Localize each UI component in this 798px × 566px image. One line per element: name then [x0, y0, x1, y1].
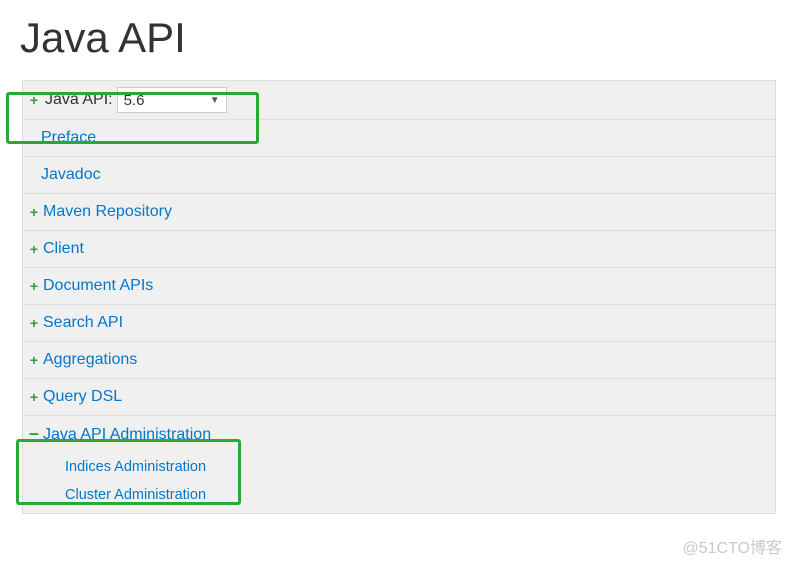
maven-link[interactable]: Maven Repository	[43, 195, 172, 229]
nav-subitem-cluster-admin[interactable]: Cluster Administration	[23, 481, 775, 513]
nav-tree: + Java API: 5.6 ▼ Preface Javadoc + Mave…	[22, 80, 776, 514]
chevron-down-icon: ▼	[210, 95, 220, 106]
admin-link[interactable]: Java API Administration	[43, 418, 211, 452]
document-apis-link[interactable]: Document APIs	[43, 269, 153, 303]
plus-icon[interactable]: +	[25, 205, 43, 219]
cluster-admin-link[interactable]: Cluster Administration	[65, 487, 206, 503]
plus-icon[interactable]: +	[25, 316, 43, 330]
version-row: + Java API: 5.6 ▼	[23, 81, 775, 120]
aggregations-link[interactable]: Aggregations	[43, 343, 137, 377]
search-api-link[interactable]: Search API	[43, 306, 123, 340]
version-selected-value: 5.6	[124, 92, 145, 109]
query-dsl-link[interactable]: Query DSL	[43, 380, 122, 414]
watermark: @51CTO博客	[682, 534, 782, 558]
client-link[interactable]: Client	[43, 232, 84, 266]
nav-item-document-apis[interactable]: + Document APIs	[23, 268, 775, 305]
nav-item-admin[interactable]: – Java API Administration	[23, 416, 775, 453]
nav-subitem-indices-admin[interactable]: Indices Administration	[23, 453, 775, 481]
nav-item-preface[interactable]: Preface	[23, 120, 775, 157]
page-title: Java API	[0, 0, 798, 80]
version-select[interactable]: 5.6 ▼	[117, 87, 227, 113]
nav-item-aggregations[interactable]: + Aggregations	[23, 342, 775, 379]
plus-icon[interactable]: +	[25, 93, 43, 107]
plus-icon[interactable]: +	[25, 390, 43, 404]
javadoc-link[interactable]: Javadoc	[41, 158, 101, 192]
nav-item-javadoc[interactable]: Javadoc	[23, 157, 775, 194]
indices-admin-link[interactable]: Indices Administration	[65, 459, 206, 475]
nav-item-client[interactable]: + Client	[23, 231, 775, 268]
minus-icon[interactable]: –	[25, 428, 43, 439]
version-label: Java API:	[45, 91, 113, 109]
plus-icon[interactable]: +	[25, 353, 43, 367]
nav-item-search-api[interactable]: + Search API	[23, 305, 775, 342]
plus-icon[interactable]: +	[25, 242, 43, 256]
plus-icon[interactable]: +	[25, 279, 43, 293]
nav-item-query-dsl[interactable]: + Query DSL	[23, 379, 775, 416]
nav-item-maven[interactable]: + Maven Repository	[23, 194, 775, 231]
preface-link[interactable]: Preface	[41, 121, 96, 155]
